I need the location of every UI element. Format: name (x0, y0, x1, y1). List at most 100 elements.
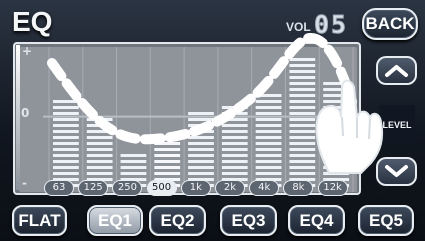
eq-band-segment (53, 160, 79, 163)
eq-band-segment (323, 130, 349, 133)
eq-band-segment (154, 166, 181, 169)
eq-band-segment (289, 58, 316, 61)
level-down-button[interactable] (376, 157, 417, 186)
preset-button-eq4[interactable]: EQ4 (288, 205, 345, 236)
eq-band-segment (289, 100, 316, 103)
eq-band-segment (154, 172, 181, 175)
preset-button-eq3[interactable]: EQ3 (220, 205, 277, 236)
eq-band-segment (120, 154, 147, 157)
eq-band-segment (289, 136, 316, 139)
eq-band-segment (289, 148, 316, 151)
back-button[interactable]: BACK (362, 8, 418, 40)
eq-band-segment (53, 100, 79, 103)
eq-grid (19, 47, 357, 192)
eq-band-segment (154, 154, 181, 157)
eq-band-segment (53, 148, 79, 151)
eq-band-segment (154, 142, 181, 145)
eq-band-segment (255, 100, 282, 103)
eq-band-segment (323, 112, 349, 115)
eq-band-segment (86, 172, 113, 175)
scale-minus: - (22, 176, 27, 190)
eq-band-bar-63[interactable] (53, 100, 79, 187)
eq-band-segment (255, 160, 282, 163)
eq-band-segment (53, 172, 79, 175)
eq-band-segment (323, 160, 349, 163)
eq-band-segment (255, 124, 282, 127)
eq-band-segment (188, 142, 214, 145)
band-button-12k[interactable]: 12k (317, 180, 348, 196)
eq-band-segment (289, 154, 316, 157)
eq-band-segment (323, 136, 349, 139)
eq-band-segment (255, 166, 282, 169)
eq-band-segment (323, 172, 349, 175)
frequency-row: 63 125 250 500 1k 2k 4k 8k 12k (44, 176, 360, 198)
chevron-up-icon (385, 65, 408, 77)
eq-band-segment (323, 154, 349, 157)
volume-label: VOL (286, 20, 311, 34)
eq-band-bar-2k[interactable] (221, 106, 248, 187)
eq-band-segment (221, 130, 248, 133)
scale-zero: 0 (21, 106, 30, 120)
eq-band-segment (86, 124, 113, 127)
preset-button-eq2[interactable]: EQ2 (149, 205, 206, 236)
eq-band-segment (188, 112, 214, 115)
eq-band-segment (323, 124, 349, 127)
eq-band-segment (188, 130, 214, 133)
eq-band-segment (323, 142, 349, 145)
eq-band-segment (188, 172, 214, 175)
eq-band-segment (255, 118, 282, 121)
level-side-control: LEVEL (376, 56, 419, 186)
eq-band-segment (221, 160, 248, 163)
eq-band-segment (255, 136, 282, 139)
eq-band-segment (323, 94, 349, 97)
eq-band-segment (255, 148, 282, 151)
eq-band-segment (289, 112, 316, 115)
preset-button-flat[interactable]: FLAT (12, 205, 67, 236)
eq-band-segment (221, 118, 248, 121)
eq-band-segment (86, 166, 113, 169)
band-button-1k[interactable]: 1k (180, 180, 211, 196)
band-button-250[interactable]: 250 (112, 180, 143, 196)
eq-band-segment (289, 172, 316, 175)
eq-band-segment (323, 106, 349, 109)
eq-band-segment (255, 154, 282, 157)
eq-band-segment (188, 154, 214, 157)
eq-band-bar-12k[interactable] (323, 82, 349, 187)
eq-band-segment (53, 130, 79, 133)
eq-band-segment (221, 166, 248, 169)
eq-band-segment (323, 88, 349, 91)
eq-band-segment (323, 166, 349, 169)
eq-band-segment (188, 118, 214, 121)
eq-band-segment (289, 76, 316, 79)
eq-band-bar-8k[interactable] (289, 58, 316, 187)
eq-band-segment (86, 118, 113, 121)
eq-band-segment (289, 70, 316, 73)
eq-band-segment (188, 166, 214, 169)
band-button-500[interactable]: 500 (146, 180, 177, 196)
eq-band-segment (120, 160, 147, 163)
eq-band-segment (289, 64, 316, 67)
preset-button-eq1[interactable]: EQ1 (87, 205, 143, 236)
band-button-4k[interactable]: 4k (249, 180, 280, 196)
eq-band-segment (154, 160, 181, 163)
eq-band-segment (120, 166, 147, 169)
level-up-button[interactable] (376, 56, 417, 85)
band-button-8k[interactable]: 8k (283, 180, 314, 196)
eq-band-segment (289, 130, 316, 133)
eq-band-segment (53, 166, 79, 169)
page-title: EQ (12, 6, 53, 37)
scale-bar (16, 45, 20, 190)
eq-band-segment (289, 106, 316, 109)
preset-button-eq5[interactable]: EQ5 (358, 205, 414, 236)
eq-band-bar-4k[interactable] (255, 94, 282, 187)
eq-band-segment (289, 88, 316, 91)
eq-band-segment (188, 136, 214, 139)
level-label: LEVEL (379, 105, 415, 145)
band-button-125[interactable]: 125 (78, 180, 109, 196)
band-button-63[interactable]: 63 (44, 180, 74, 196)
eq-band-segment (221, 124, 248, 127)
band-button-2k[interactable]: 2k (215, 180, 245, 196)
eq-band-segment (323, 100, 349, 103)
eq-panel (13, 42, 361, 195)
eq-band-segment (255, 130, 282, 133)
